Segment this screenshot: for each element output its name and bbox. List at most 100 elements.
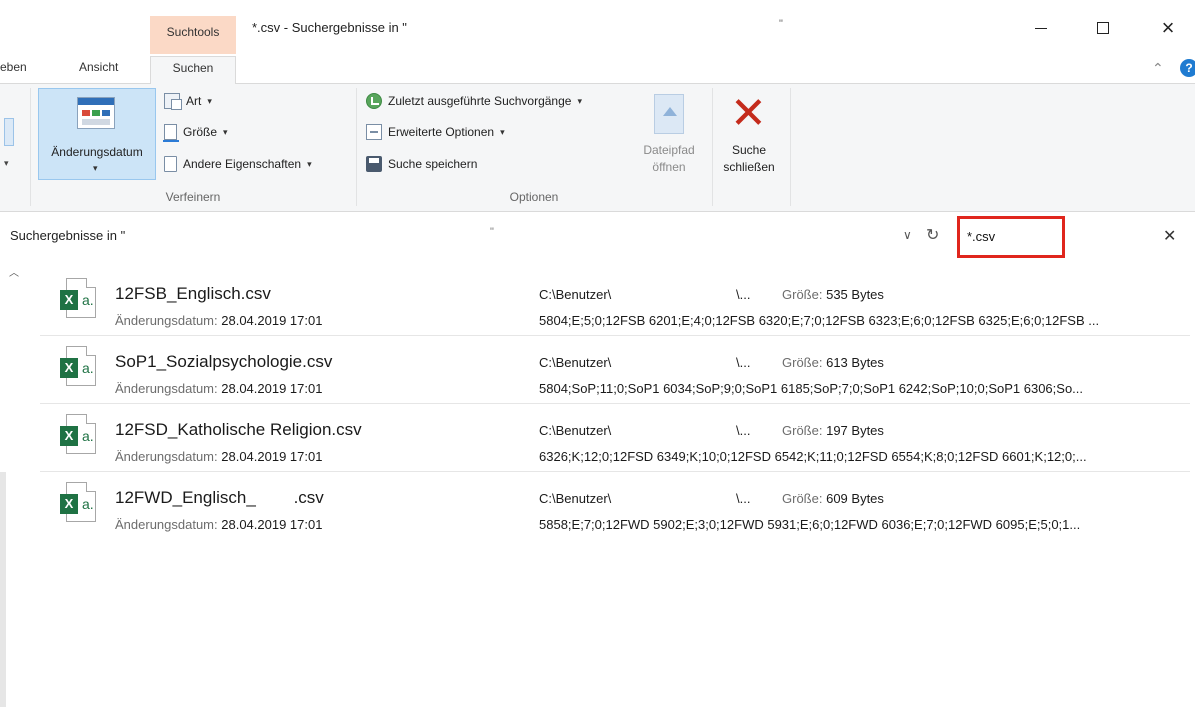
file-size: Größe: 613 Bytes	[782, 355, 884, 370]
excel-csv-file-icon: Xa.	[54, 482, 100, 526]
size-value: 613 Bytes	[826, 355, 884, 370]
tab-share[interactable]: eben	[0, 56, 50, 84]
properties-icon	[164, 156, 177, 172]
group-divider	[790, 88, 791, 206]
excel-csv-file-icon: Xa.	[54, 414, 100, 458]
file-name[interactable]: SoP1_Sozialpsychologie.csv	[115, 352, 332, 372]
close-search-label-line2: schließen	[723, 160, 775, 174]
tab-search[interactable]: Suchen	[150, 56, 236, 85]
date-modified-label: Änderungsdatum:	[115, 449, 218, 464]
size-label: Größe:	[782, 355, 823, 370]
file-name[interactable]: 12FSD_Katholische Religion.csv	[115, 420, 362, 440]
navigation-pane-scroll: ︿	[0, 262, 26, 707]
scrollbar[interactable]	[0, 472, 6, 707]
size-label: Größe:	[782, 491, 823, 506]
date-modified-label: Änderungsdatum:	[115, 517, 218, 532]
file-path-ellipsis: \...	[736, 355, 751, 370]
result-row[interactable]: Xa. 12FWD_Englisch_ .csv Änderungsdatum:…	[40, 472, 1190, 540]
date-modified-value: 28.04.2019 17:01	[221, 381, 323, 396]
date-modified: Änderungsdatum: 28.04.2019 17:01	[115, 313, 322, 328]
file-content-preview: 5804;SoP;11;0;SoP1 6034;SoP;9;0;SoP1 618…	[539, 381, 1084, 396]
size-value: 609 Bytes	[826, 491, 884, 506]
size-label: Größe	[183, 125, 218, 139]
options-group-label: Optionen	[509, 190, 559, 204]
chevron-down-icon: ▾	[307, 158, 312, 169]
size-label: Größe:	[782, 423, 823, 438]
search-input[interactable]: *.csv	[967, 229, 995, 244]
date-modified-label: Änderungsdatum:	[115, 313, 218, 328]
open-file-location-icon	[654, 94, 684, 134]
file-path: C:\Benutzer\	[539, 287, 612, 302]
date-modified: Änderungsdatum: 28.04.2019 17:01	[115, 381, 322, 396]
maximize-icon	[1097, 22, 1109, 34]
date-modified-value: 28.04.2019 17:01	[221, 313, 323, 328]
recent-searches-button[interactable]: Zuletzt ausgeführte Suchvorgänge ▾	[366, 90, 582, 112]
save-search-button[interactable]: Suche speichern	[366, 153, 477, 175]
address-fragment: "	[490, 226, 494, 238]
save-search-label: Suche speichern	[388, 157, 478, 171]
date-modified-button[interactable]: Änderungsdatum ▾	[38, 88, 156, 180]
size-button[interactable]: Größe ▾	[163, 121, 228, 143]
close-window-button[interactable]: ×	[1145, 12, 1191, 44]
search-results-list: Xa. 12FSB_Englisch.csv Änderungsdatum: 2…	[40, 268, 1190, 540]
address-dropdown-icon[interactable]: ∨	[903, 228, 912, 242]
recent-searches-icon	[366, 93, 382, 109]
scroll-up-icon[interactable]: ︿	[9, 264, 19, 279]
excel-csv-file-icon: Xa.	[54, 278, 100, 322]
type-button[interactable]: Art ▾	[164, 90, 212, 112]
other-properties-button[interactable]: Andere Eigenschaften ▾	[164, 153, 312, 175]
type-label: Art	[186, 94, 202, 108]
close-search-icon: ✕	[730, 89, 767, 138]
size-label: Größe:	[782, 287, 823, 302]
excel-csv-file-icon: Xa.	[54, 346, 100, 390]
file-path: C:\Benutzer\	[539, 423, 612, 438]
close-icon: ×	[1161, 15, 1175, 40]
refresh-icon[interactable]: ↻	[926, 225, 939, 245]
result-row[interactable]: Xa. SoP1_Sozialpsychologie.csv Änderungs…	[40, 336, 1190, 404]
tab-view[interactable]: Ansicht	[79, 56, 139, 84]
address-bar[interactable]: Suchergebnisse in "	[10, 228, 125, 243]
date-modified: Änderungsdatum: 28.04.2019 17:01	[115, 449, 322, 464]
result-row[interactable]: Xa. 12FSD_Katholische Religion.csv Änder…	[40, 404, 1190, 472]
size-value: 197 Bytes	[826, 423, 884, 438]
date-modified-label: Änderungsdatum:	[115, 381, 218, 396]
file-size: Größe: 609 Bytes	[782, 491, 884, 506]
minimize-icon	[1035, 27, 1047, 29]
chevron-down-icon: ▾	[223, 126, 228, 137]
type-icon	[164, 93, 182, 110]
file-content-preview: 5858;E;7;0;12FWD 5902;E;3;0;12FWD 5931;E…	[539, 517, 1081, 532]
chevron-down-icon: ▾	[500, 126, 505, 137]
date-modified-label: Änderungsdatum	[51, 145, 143, 159]
clear-search-icon[interactable]: ✕	[1163, 226, 1176, 246]
group-divider	[356, 88, 357, 206]
window-title-fragment: "	[779, 18, 783, 30]
file-path: C:\Benutzer\	[539, 491, 612, 506]
search-box[interactable]: *.csv ✕	[955, 216, 1187, 260]
open-file-path-button[interactable]: Dateipfad öffnen	[636, 88, 702, 184]
recent-searches-label: Zuletzt ausgeführte Suchvorgänge	[388, 94, 572, 108]
partial-ribbon-button[interactable]	[4, 118, 14, 146]
file-content-preview: 6326;K;12;0;12FSD 6349;K;10;0;12FSD 6542…	[539, 449, 1087, 464]
collapse-ribbon-chevron-icon[interactable]: ⌃	[1152, 60, 1164, 77]
minimize-button[interactable]	[1018, 12, 1064, 44]
save-icon	[366, 156, 382, 172]
advanced-options-button[interactable]: Erweiterte Optionen ▾	[366, 121, 505, 143]
address-bar-row: Suchergebnisse in " " ∨ ↻ *.csv ✕	[0, 216, 1195, 260]
result-row[interactable]: Xa. 12FSB_Englisch.csv Änderungsdatum: 2…	[40, 268, 1190, 336]
maximize-button[interactable]	[1080, 12, 1126, 44]
close-search-button[interactable]: ✕ Suche schließen	[716, 88, 782, 184]
title-bar: Suchtools *.csv - Suchergebnisse in " " …	[0, 0, 1195, 56]
file-name[interactable]: 12FSB_Englisch.csv	[115, 284, 271, 304]
advanced-options-label: Erweiterte Optionen	[388, 125, 495, 139]
chevron-down-icon: ▾	[93, 163, 98, 173]
group-divider	[712, 88, 713, 206]
ribbon-tabs: eben Ansicht Suchen ⌃ ?	[0, 56, 1195, 85]
size-icon	[163, 124, 179, 142]
file-name[interactable]: 12FWD_Englisch_ .csv	[115, 488, 324, 508]
file-path-ellipsis: \...	[736, 491, 751, 506]
chevron-down-icon: ▾	[207, 95, 212, 106]
file-path: C:\Benutzer\	[539, 355, 612, 370]
help-icon[interactable]: ?	[1180, 59, 1195, 77]
ribbon: ▾ Änderungsdatum ▾ Art ▾ Größe ▾ Andere …	[0, 84, 1195, 212]
close-search-label-line1: Suche	[731, 143, 767, 157]
